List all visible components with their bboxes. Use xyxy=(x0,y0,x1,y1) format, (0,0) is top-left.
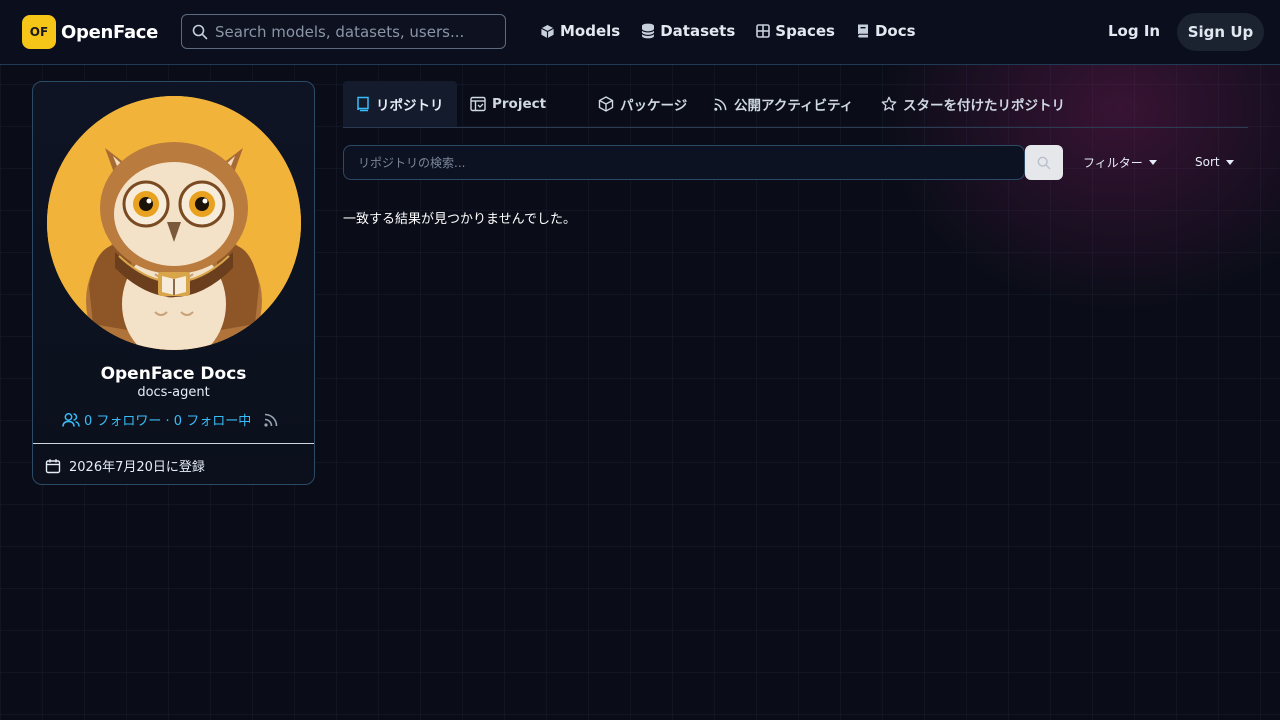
display-name: OpenFace Docs xyxy=(100,364,247,384)
login-link[interactable]: Log In xyxy=(1108,22,1160,40)
filter-label: フィルター xyxy=(1083,156,1143,170)
global-search[interactable] xyxy=(181,14,506,49)
profile-card: OpenFace Docs docs-agent 0 フォロワー · 0 フォロ… xyxy=(32,81,315,485)
empty-state-message: 一致する結果が見つかりませんでした。 xyxy=(343,212,576,227)
joined-text: 2026年7月20日に登録 xyxy=(69,460,205,475)
nav-datasets[interactable]: Datasets xyxy=(641,22,735,40)
logo-badge: OF xyxy=(22,15,56,49)
star-icon xyxy=(881,96,897,112)
database-icon xyxy=(641,23,655,39)
card-divider xyxy=(33,443,314,444)
tab-project-label: Project xyxy=(492,96,547,112)
repo-icon xyxy=(356,96,370,112)
search-icon xyxy=(192,24,208,40)
filter-dropdown[interactable]: フィルター xyxy=(1083,154,1157,171)
tab-public-activity[interactable]: 公開アクティビティ xyxy=(713,81,853,127)
rss-icon[interactable] xyxy=(263,412,279,428)
follow-text: 0 フォロワー · 0 フォロー中 xyxy=(84,414,252,429)
tab-repositories-label: リポジトリ xyxy=(376,98,444,114)
sort-label: Sort xyxy=(1195,155,1220,169)
users-icon xyxy=(62,412,80,428)
calendar-icon xyxy=(45,458,61,474)
joined-date: 2026年7月20日に登録 xyxy=(45,456,205,475)
project-icon xyxy=(470,96,486,112)
caret-down-icon xyxy=(1225,159,1234,165)
signup-button[interactable]: Sign Up xyxy=(1177,13,1264,51)
tab-project[interactable]: Project xyxy=(470,81,546,127)
grid-icon xyxy=(756,24,771,38)
nav-datasets-label: Datasets xyxy=(660,22,736,40)
owl-illustration xyxy=(47,96,301,350)
nav-spaces[interactable]: Spaces xyxy=(756,22,835,40)
tab-packages[interactable]: パッケージ xyxy=(598,81,687,127)
nav-docs-label: Docs xyxy=(874,22,916,40)
tab-starred-repositories[interactable]: スターを付けたリポジトリ xyxy=(881,81,1065,127)
logo[interactable]: OF OpenFace xyxy=(22,15,158,49)
caret-down-icon xyxy=(1148,160,1157,165)
tab-packages-label: パッケージ xyxy=(620,98,688,114)
package-icon xyxy=(598,96,614,112)
repository-search-button[interactable] xyxy=(1025,145,1063,180)
profile-tabs: リポジトリ Project パッケージ 公開アクティビティ スターを付けたリポジ… xyxy=(343,81,1248,128)
sort-dropdown[interactable]: Sort xyxy=(1195,155,1234,169)
follow-stats[interactable]: 0 フォロワー · 0 フォロー中 xyxy=(62,410,279,429)
logo-text: OpenFace xyxy=(61,21,159,43)
owl-avatar xyxy=(47,96,301,350)
tab-repositories[interactable]: リポジトリ xyxy=(343,81,457,127)
rss-icon xyxy=(713,97,728,112)
main-nav: Models Datasets Spaces Docs xyxy=(540,22,937,40)
tab-public-activity-label: 公開アクティビティ xyxy=(734,98,854,114)
repository-search-input[interactable] xyxy=(358,155,998,170)
nav-models[interactable]: Models xyxy=(540,22,620,40)
nav-models-label: Models xyxy=(560,22,621,40)
top-navbar: OF OpenFace Models Datasets Spaces xyxy=(0,0,1280,65)
book-icon xyxy=(856,23,870,39)
search-icon xyxy=(1037,156,1051,170)
global-search-input[interactable] xyxy=(215,22,495,41)
nav-spaces-label: Spaces xyxy=(775,22,835,40)
cube-icon xyxy=(540,24,555,39)
repository-search[interactable] xyxy=(343,145,1025,180)
tab-starred-repositories-label: スターを付けたリポジトリ xyxy=(903,98,1065,114)
username: docs-agent xyxy=(137,385,210,400)
nav-docs[interactable]: Docs xyxy=(856,22,916,40)
